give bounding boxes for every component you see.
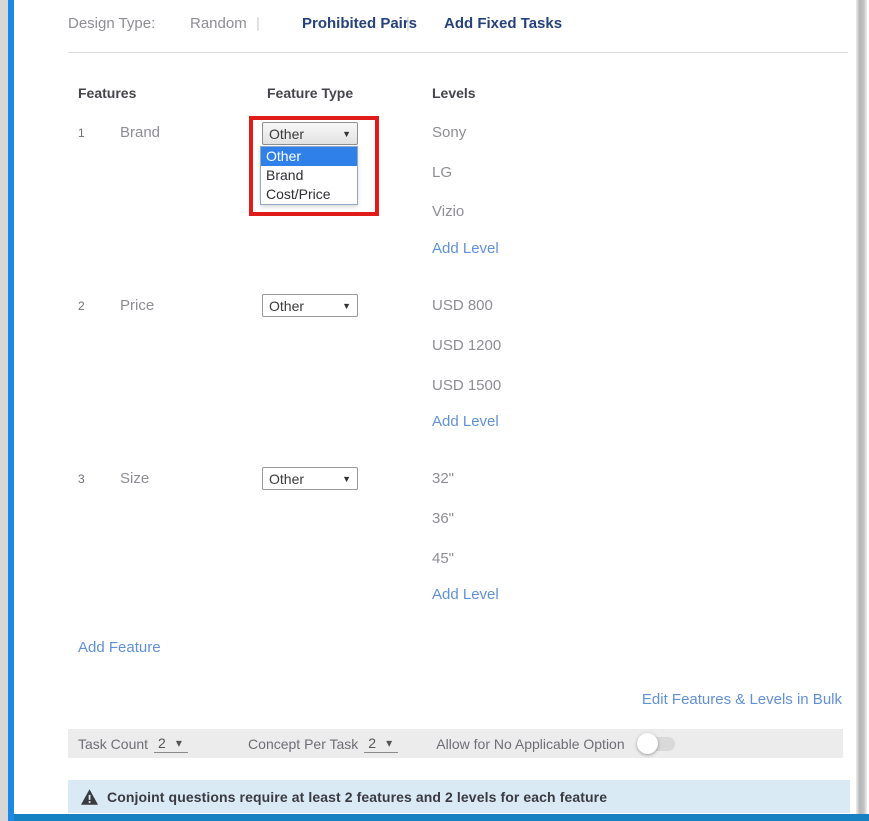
dropdown-option-other[interactable]: Other xyxy=(261,147,357,166)
level-item: 32" xyxy=(432,470,454,487)
feature-type-select[interactable]: Other ▼ xyxy=(262,467,358,490)
design-type-add-fixed-tasks[interactable]: Add Fixed Tasks xyxy=(444,15,562,32)
level-item: USD 1500 xyxy=(432,377,501,394)
select-value: Other xyxy=(269,126,304,142)
level-item: LG xyxy=(432,164,452,181)
window-edge xyxy=(0,0,8,821)
feature-name: Price xyxy=(120,297,154,314)
task-count-select[interactable]: 2 ▾ xyxy=(154,735,188,753)
separator: | xyxy=(406,15,410,32)
vertical-scrollbar[interactable] xyxy=(856,0,867,821)
select-value: Other xyxy=(269,298,304,314)
dropdown-option-cost-price[interactable]: Cost/Price xyxy=(261,185,357,204)
add-level-link[interactable]: Add Level xyxy=(432,240,499,257)
bottom-accent-bar xyxy=(14,814,869,821)
divider-line xyxy=(68,52,848,53)
concept-per-task-select[interactable]: 2 ▾ xyxy=(364,735,398,753)
feature-name: Brand xyxy=(120,124,160,141)
feature-row-index: 3 xyxy=(78,472,85,486)
level-item: USD 800 xyxy=(432,297,493,314)
column-header-features: Features xyxy=(78,85,136,101)
column-header-feature-type: Feature Type xyxy=(267,85,353,101)
feature-name: Size xyxy=(120,470,149,487)
design-type-random[interactable]: Random xyxy=(190,15,247,32)
feature-type-dropdown-list: Other Brand Cost/Price xyxy=(260,146,358,205)
design-type-row: Design Type: Random | Prohibited Pairs |… xyxy=(68,15,628,32)
add-level-link[interactable]: Add Level xyxy=(432,586,499,603)
add-feature-link[interactable]: Add Feature xyxy=(78,639,161,656)
design-type-label: Design Type: xyxy=(68,15,155,32)
chevron-down-icon: ▼ xyxy=(342,129,351,139)
notice-bar: Conjoint questions require at least 2 fe… xyxy=(68,780,850,813)
caret-down-icon: ▾ xyxy=(176,738,182,748)
feature-type-select[interactable]: Other ▼ xyxy=(262,294,358,317)
settings-bar: Task Count 2 ▾ Concept Per Task 2 ▾ Allo… xyxy=(68,729,843,758)
feature-type-select[interactable]: Other ▼ xyxy=(262,122,358,145)
chevron-down-icon: ▼ xyxy=(342,301,351,311)
level-item: 36" xyxy=(432,510,454,527)
left-accent-bar xyxy=(8,0,14,821)
task-count-label: Task Count xyxy=(78,736,148,752)
warning-triangle-icon xyxy=(81,789,98,805)
chevron-down-icon: ▼ xyxy=(342,474,351,484)
add-level-link[interactable]: Add Level xyxy=(432,413,499,430)
design-type-prohibited-pairs[interactable]: Prohibited Pairs xyxy=(302,15,417,32)
concept-per-task-label: Concept Per Task xyxy=(248,736,358,752)
task-count-value: 2 xyxy=(158,735,166,751)
feature-row-index: 2 xyxy=(78,299,85,313)
concept-per-task-value: 2 xyxy=(368,735,376,751)
edit-features-levels-bulk-link[interactable]: Edit Features & Levels in Bulk xyxy=(642,691,842,708)
level-item: Sony xyxy=(432,124,466,141)
level-item: Vizio xyxy=(432,203,464,220)
level-item: 45" xyxy=(432,550,454,567)
column-header-levels: Levels xyxy=(432,85,476,101)
no-applicable-option-label: Allow for No Applicable Option xyxy=(436,736,624,752)
level-item: USD 1200 xyxy=(432,337,501,354)
select-value: Other xyxy=(269,471,304,487)
feature-row-index: 1 xyxy=(78,126,85,140)
separator: | xyxy=(256,15,260,32)
toggle-knob xyxy=(637,733,658,754)
notice-text: Conjoint questions require at least 2 fe… xyxy=(107,789,607,805)
dropdown-option-brand[interactable]: Brand xyxy=(261,166,357,185)
no-applicable-option-toggle[interactable] xyxy=(637,733,677,755)
caret-down-icon: ▾ xyxy=(386,738,392,748)
